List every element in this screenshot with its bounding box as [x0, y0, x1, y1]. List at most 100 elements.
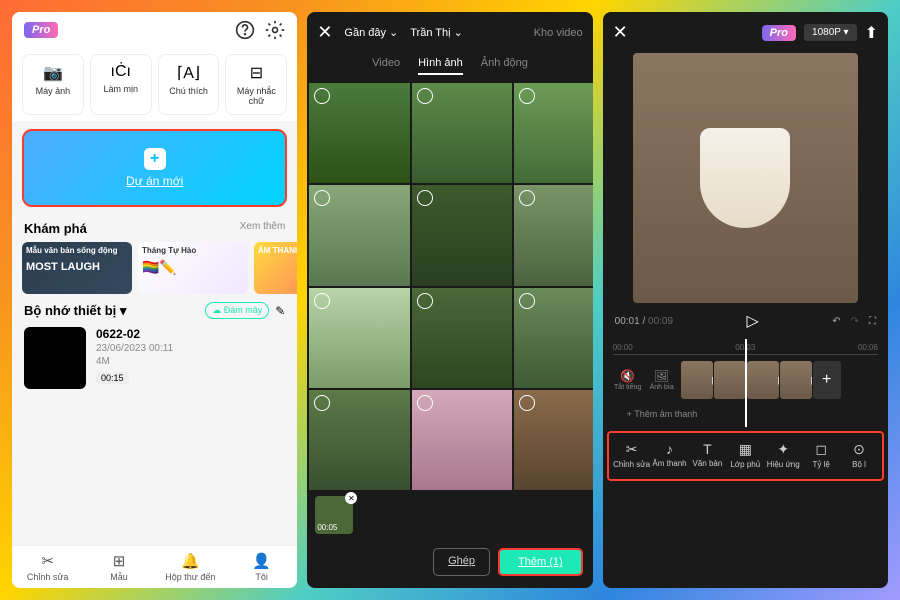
playhead[interactable]	[745, 339, 747, 427]
resolution-button[interactable]: 1080P ▾	[804, 24, 857, 41]
media-item[interactable]	[412, 83, 512, 183]
new-project-button[interactable]: + Dự án mới	[22, 129, 287, 207]
help-icon[interactable]	[235, 20, 255, 40]
tab-label: Chỉnh sửa	[27, 572, 69, 582]
add-button[interactable]: Thêm (1)	[498, 548, 583, 576]
person-icon: 👤	[226, 552, 297, 570]
plus-icon: +	[144, 148, 166, 170]
media-picker-screen: ✕ Gần đây ⌄ Trần Thị ⌄ Kho video Video H…	[307, 12, 592, 588]
play-icon[interactable]: ▷	[746, 311, 758, 331]
tool-label: Máy nhắc chữ	[230, 86, 282, 106]
card-label: ÂM THANH	[258, 246, 297, 255]
editor-header: ✕ Pro 1080P ▾ ⬆	[603, 12, 888, 53]
gear-icon[interactable]	[265, 20, 285, 40]
cover-button[interactable]: 🖼Ảnh bìa	[647, 369, 677, 391]
selected-thumb[interactable]: ✕ 00:05	[315, 496, 353, 534]
tool-filter[interactable]: ⊙Bộ l	[840, 441, 878, 469]
header-actions	[235, 20, 285, 40]
tool-ratio[interactable]: ◻Tỷ lệ	[802, 441, 840, 469]
ratio-icon: ◻	[802, 441, 840, 458]
storage-title[interactable]: Bộ nhớ thiết bị ▾	[24, 303, 126, 319]
undo-icon[interactable]: ↶	[832, 316, 840, 327]
album-dropdown[interactable]: Trần Thị ⌄	[410, 26, 463, 39]
cloud-button[interactable]: ☁ Đám mây	[205, 302, 269, 319]
explore-more[interactable]: Xem thêm	[240, 221, 286, 236]
timeline[interactable]: 00:00 00:03 00:06 🔇Tắt tiếng 🖼Ảnh bìa + …	[603, 339, 888, 427]
editor-toolbar: ✂Chỉnh sửa ♪Âm thanh TVăn bản ▦Lớp phủ ✦…	[607, 431, 884, 481]
merge-button[interactable]: Ghép	[433, 548, 490, 576]
explore-card[interactable]: ÂM THANH	[254, 242, 297, 294]
tab-edit[interactable]: ✂ Chỉnh sửa	[12, 552, 83, 582]
media-item[interactable]	[514, 390, 593, 490]
media-item[interactable]	[309, 185, 409, 285]
scissors-icon: ✂	[12, 552, 83, 570]
tool-overlay[interactable]: ▦Lớp phủ	[726, 441, 764, 469]
fullscreen-icon[interactable]: ⛶	[869, 316, 876, 327]
explore-cards: Mẫu văn bản sống độngMOST LAUGH Tháng Tự…	[12, 242, 297, 294]
mute-button[interactable]: 🔇Tắt tiếng	[613, 369, 643, 391]
video-preview[interactable]	[633, 53, 858, 303]
tool-camera[interactable]: 📷 Máy ảnh	[22, 54, 84, 115]
tab-video[interactable]: Video	[372, 57, 400, 75]
beautify-icon: ıĊı	[95, 63, 147, 81]
grid-icon: ⊞	[83, 552, 154, 570]
explore-header: Khám phá Xem thêm	[12, 215, 297, 242]
tab-templates[interactable]: ⊞ Mẫu	[83, 552, 154, 582]
explore-card[interactable]: Tháng Tự Hào🏳️‍🌈✏️	[138, 242, 248, 294]
media-item[interactable]	[309, 83, 409, 183]
music-icon: ♪	[651, 441, 689, 457]
media-item[interactable]	[309, 390, 409, 490]
media-item[interactable]	[514, 185, 593, 285]
pro-badge[interactable]: Pro	[762, 25, 796, 41]
playback-actions: ↶ ↷ ⛶	[832, 316, 876, 327]
tool-audio[interactable]: ♪Âm thanh	[651, 441, 689, 469]
project-item[interactable]: 0622-02 23/06/2023 00:11 4M 00:15	[12, 327, 297, 389]
tool-label: Chú thích	[163, 86, 215, 96]
clip[interactable]	[681, 361, 713, 399]
tool-beautify[interactable]: ıĊıLàm mịn	[90, 54, 152, 115]
tool-text[interactable]: TVăn bản	[688, 441, 726, 469]
chevron-down-icon: ⌄	[389, 26, 398, 39]
redo-icon[interactable]: ↷	[851, 316, 859, 327]
text-icon: T	[688, 441, 726, 457]
clip[interactable]	[714, 361, 746, 399]
tab-inbox[interactable]: 🔔Hộp thư đến	[155, 552, 226, 582]
tab-image[interactable]: Hình ảnh	[418, 57, 463, 75]
media-grid	[307, 83, 592, 490]
media-item[interactable]	[514, 83, 593, 183]
edit-icon[interactable]: ✎	[275, 304, 285, 318]
tool-teleprompter[interactable]: ⊟ Máy nhắc chữ	[225, 54, 287, 115]
tab-label: Mẫu	[110, 572, 128, 582]
tool-caption[interactable]: ⌈A⌋Chú thích	[158, 54, 220, 115]
tool-row: 📷 Máy ảnh ıĊıLàm mịn ⌈A⌋Chú thích ⊟ Máy nh…	[12, 48, 297, 121]
project-name: 0622-02	[96, 327, 173, 341]
close-icon[interactable]: ✕	[317, 22, 332, 43]
explore-title: Khám phá	[24, 221, 87, 236]
tab-anim[interactable]: Ảnh động	[481, 57, 528, 75]
clip[interactable]	[747, 361, 779, 399]
pro-badge[interactable]: Pro	[24, 22, 58, 38]
media-item[interactable]	[412, 185, 512, 285]
camera-icon: 📷	[27, 63, 79, 83]
playback-row: 00:01 / 00:09 ▷ ↶ ↷ ⛶	[603, 303, 888, 339]
clip[interactable]	[780, 361, 812, 399]
media-item[interactable]	[412, 288, 512, 388]
tool-label: Máy ảnh	[27, 86, 79, 96]
recent-dropdown[interactable]: Gần đây ⌄	[344, 26, 398, 39]
export-icon[interactable]: ⬆	[865, 23, 878, 43]
speaker-off-icon: 🔇	[613, 369, 643, 383]
media-item[interactable]	[514, 288, 593, 388]
remove-icon[interactable]: ✕	[345, 492, 357, 504]
cloud-library[interactable]: Kho video	[534, 27, 583, 39]
explore-card[interactable]: Mẫu văn bản sống độngMOST LAUGH	[22, 242, 132, 294]
close-icon[interactable]: ✕	[613, 22, 628, 43]
scissors-icon: ✂	[613, 441, 651, 458]
media-item[interactable]	[309, 288, 409, 388]
media-item[interactable]	[412, 390, 512, 490]
tab-me[interactable]: 👤 Tôi	[226, 552, 297, 582]
tool-effects[interactable]: ✦Hiệu ứng	[764, 441, 802, 469]
teleprompter-icon: ⊟	[230, 63, 282, 83]
tab-label: Tôi	[255, 572, 268, 582]
tool-edit[interactable]: ✂Chỉnh sửa	[613, 441, 651, 469]
add-clip-button[interactable]: +	[813, 361, 841, 399]
